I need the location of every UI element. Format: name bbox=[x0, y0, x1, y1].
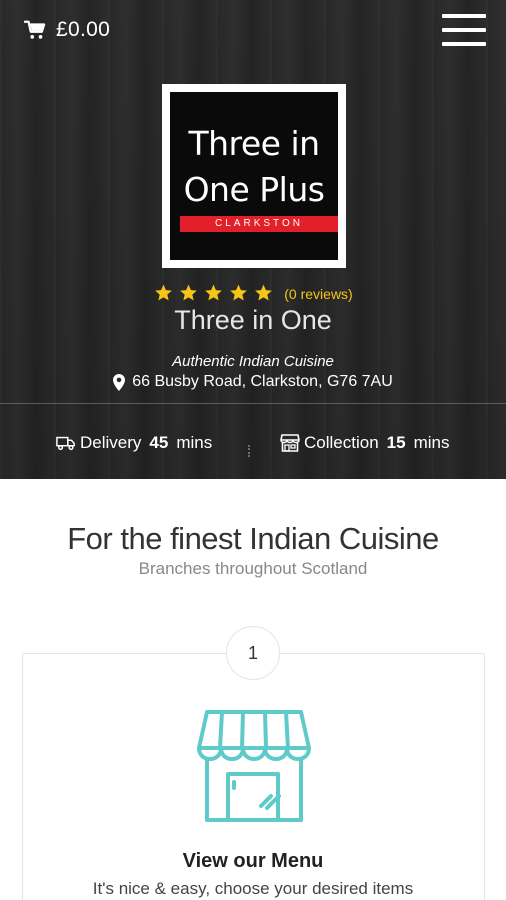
delivery-label: Delivery bbox=[80, 433, 142, 452]
shop-front-icon bbox=[197, 710, 311, 822]
restaurant-address: 66 Busby Road, Clarkston, G76 7AU bbox=[0, 373, 506, 391]
delivery-time: 45 bbox=[149, 433, 169, 452]
logo-text-line2: One Plus bbox=[183, 170, 325, 209]
logo-text-line1: Three in bbox=[188, 124, 320, 163]
logo-panel: Three in One Plus CLARKSTON bbox=[170, 92, 338, 260]
cart-total: £0.00 bbox=[56, 18, 111, 41]
intro-subtitle: Branches throughout Scotland bbox=[138, 559, 368, 578]
collection-label: Collection bbox=[304, 433, 379, 452]
star-icon bbox=[155, 284, 173, 301]
delivery-unit: mins bbox=[176, 433, 213, 452]
map-pin-icon bbox=[113, 373, 126, 391]
collection-unit: mins bbox=[413, 433, 450, 452]
step-title: View our Menu bbox=[182, 850, 324, 872]
collection-option[interactable]: Collection 15 mins bbox=[280, 425, 449, 461]
hamburger-menu-icon[interactable] bbox=[442, 12, 486, 48]
restaurant-tagline: Authentic Indian Cuisine bbox=[172, 353, 334, 370]
step-description: It's nice & easy, choose your desired it… bbox=[92, 879, 414, 898]
reviews-link[interactable]: (0 reviews) bbox=[284, 286, 352, 302]
shopping-cart-icon bbox=[24, 20, 46, 39]
service-options: Delivery 45 mins Collection 15 mins bbox=[0, 425, 506, 461]
hero-banner: £0.00 Three in One Plus CLARKSTON (0 rev… bbox=[0, 0, 506, 479]
star-icon bbox=[255, 284, 273, 301]
star-rating: (0 reviews) bbox=[0, 283, 506, 303]
delivery-truck-icon bbox=[56, 436, 75, 451]
restaurant-logo: Three in One Plus CLARKSTON bbox=[162, 84, 346, 268]
delivery-option[interactable]: Delivery 45 mins bbox=[56, 425, 212, 461]
menu-bar bbox=[442, 42, 486, 46]
service-separator bbox=[248, 445, 250, 457]
menu-bar bbox=[442, 14, 486, 18]
menu-bar bbox=[442, 28, 486, 32]
address-text: 66 Busby Road, Clarkston, G76 7AU bbox=[132, 373, 393, 390]
star-icon bbox=[180, 284, 198, 301]
hero-divider bbox=[0, 403, 506, 404]
collection-time: 15 bbox=[386, 433, 406, 452]
logo-location-bar: CLARKSTON bbox=[180, 216, 338, 232]
step-number: 1 bbox=[226, 626, 280, 680]
star-icon bbox=[230, 284, 248, 301]
star-icon bbox=[205, 284, 223, 301]
cart-button[interactable]: £0.00 bbox=[24, 14, 110, 46]
restaurant-name: Three in One bbox=[174, 305, 332, 335]
intro-title: For the finest Indian Cuisine bbox=[67, 521, 439, 556]
store-icon bbox=[280, 434, 300, 452]
